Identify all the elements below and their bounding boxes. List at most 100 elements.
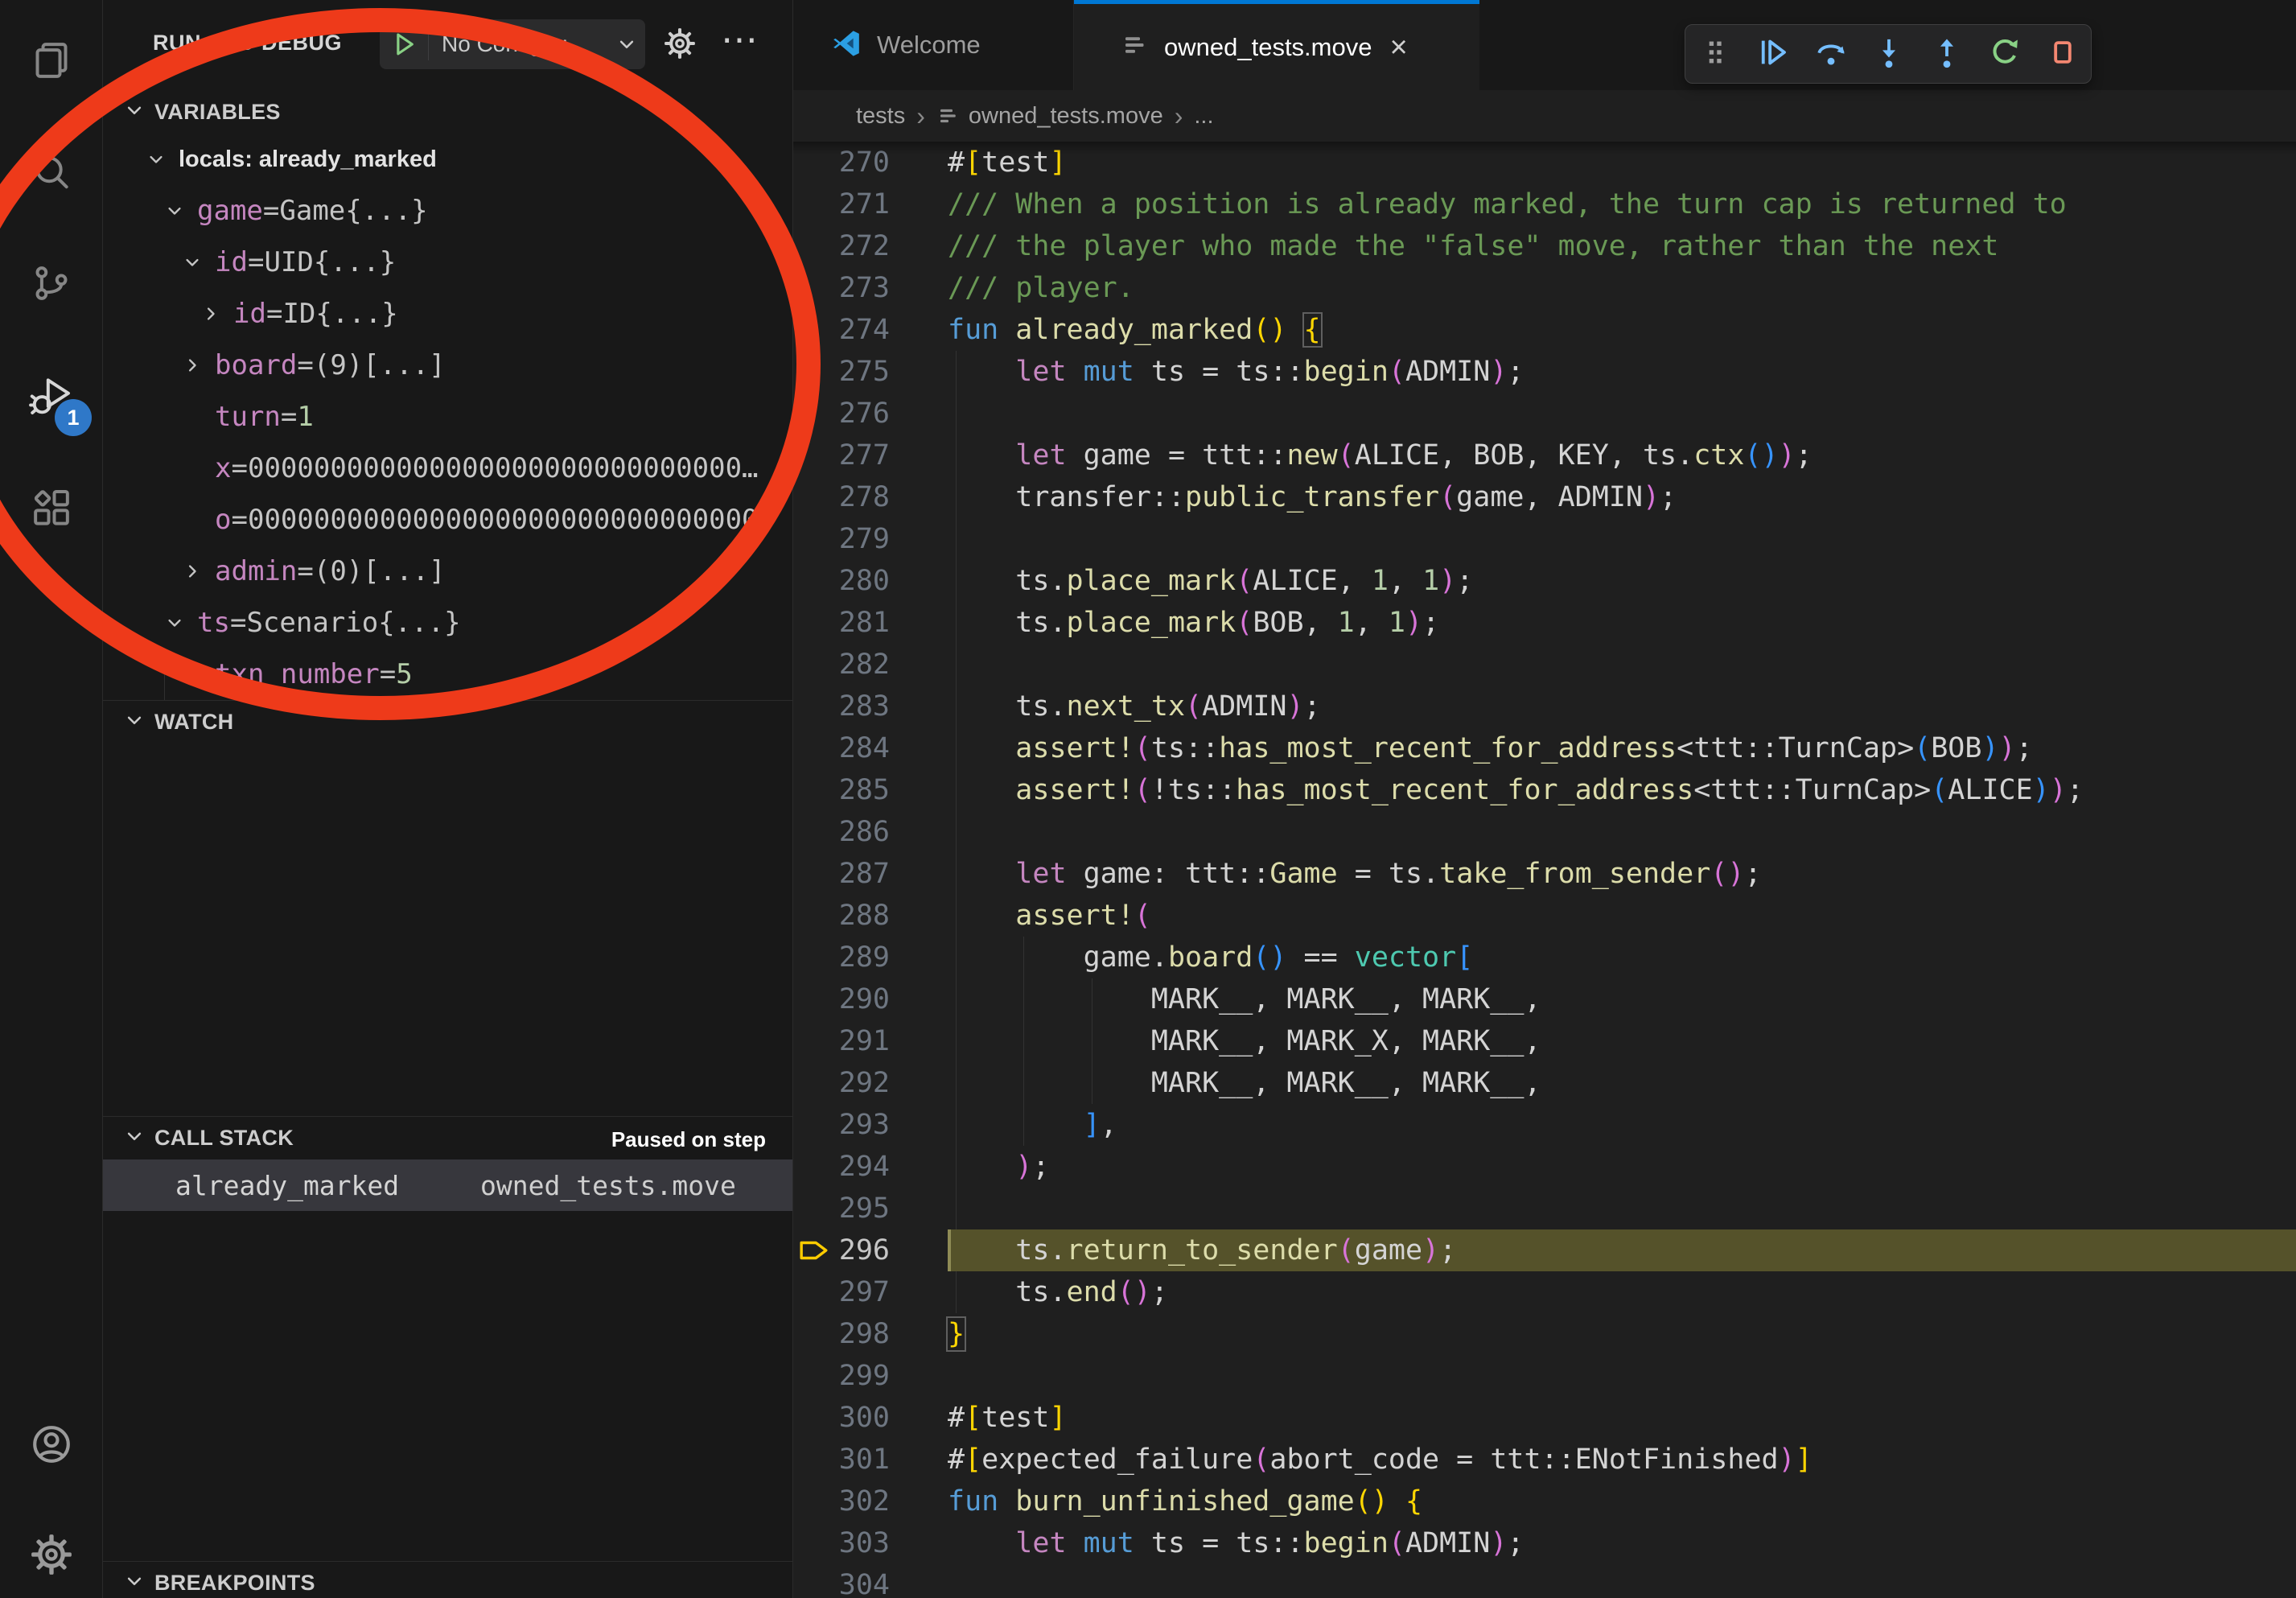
breakpoint-gutter[interactable]: [793, 1188, 835, 1229]
code-line-289[interactable]: 289 game.board() == vector[: [793, 937, 2296, 978]
code-text[interactable]: ],: [948, 1104, 2296, 1146]
code-line-287[interactable]: 287 let game: ttt::Game = ts.take_from_s…: [793, 853, 2296, 895]
watch-section-header[interactable]: WATCH: [103, 700, 792, 743]
code-text[interactable]: [948, 1355, 2296, 1397]
breakpoint-gutter[interactable]: [793, 937, 835, 978]
code-line-300[interactable]: 300#[test]: [793, 1397, 2296, 1439]
code-text[interactable]: [948, 644, 2296, 686]
variable-row-x[interactable]: x = 000000000000000000000000000000…: [103, 443, 792, 494]
code-line-278[interactable]: 278 transfer::public_transfer(game, ADMI…: [793, 476, 2296, 518]
code-text[interactable]: let game: ttt::Game = ts.take_from_sende…: [948, 853, 2296, 895]
chevron-right-icon[interactable]: [181, 560, 215, 583]
code-text[interactable]: fun already_marked() {: [948, 309, 2296, 351]
code-line-270[interactable]: 270#[test]: [793, 142, 2296, 183]
breakpoint-gutter[interactable]: [793, 142, 835, 183]
breakpoint-gutter[interactable]: [793, 978, 835, 1020]
chevron-right-icon[interactable]: [200, 303, 233, 325]
current-line-pointer-icon[interactable]: [793, 1229, 835, 1271]
breakpoint-gutter[interactable]: [793, 1439, 835, 1481]
variable-row-id[interactable]: id = UID{...}: [103, 237, 792, 288]
breakpoint-gutter[interactable]: [793, 1062, 835, 1104]
code-text[interactable]: let game = ttt::new(ALICE, BOB, KEY, ts.…: [948, 435, 2296, 476]
chevron-down-icon[interactable]: [163, 200, 197, 222]
code-text[interactable]: );: [948, 1146, 2296, 1188]
code-text[interactable]: #[test]: [948, 1397, 2296, 1439]
code-line-284[interactable]: 284 assert!(ts::has_most_recent_for_addr…: [793, 727, 2296, 769]
code-line-274[interactable]: 274fun already_marked() {: [793, 309, 2296, 351]
activity-bar-item-extensions[interactable]: [0, 481, 103, 539]
code-text[interactable]: [948, 518, 2296, 560]
code-text[interactable]: transfer::public_transfer(game, ADMIN);: [948, 476, 2296, 518]
code-text[interactable]: game.board() == vector[: [948, 937, 2296, 978]
chevron-down-icon[interactable]: [163, 612, 197, 634]
activity-bar-item-explorer[interactable]: [0, 33, 103, 91]
breakpoints-section-header[interactable]: BREAKPOINTS: [103, 1561, 792, 1598]
code-text[interactable]: #[test]: [948, 142, 2296, 183]
breakpoint-gutter[interactable]: [793, 1020, 835, 1062]
code-line-302[interactable]: 302fun burn_unfinished_game() {: [793, 1481, 2296, 1522]
activity-bar-item-settings[interactable]: [0, 1527, 103, 1585]
breakpoint-gutter[interactable]: [793, 1104, 835, 1146]
breakpoint-gutter[interactable]: [793, 686, 835, 727]
chevron-right-icon[interactable]: [181, 354, 215, 377]
breakpoint-gutter[interactable]: [793, 1522, 835, 1564]
code-line-276[interactable]: 276: [793, 393, 2296, 435]
breakpoint-gutter[interactable]: [793, 267, 835, 309]
breakpoint-gutter[interactable]: [793, 1271, 835, 1313]
code-text[interactable]: ts.end();: [948, 1271, 2296, 1313]
code-text[interactable]: [948, 1188, 2296, 1229]
code-text[interactable]: }: [948, 1313, 2296, 1355]
code-line-303[interactable]: 303 let mut ts = ts::begin(ADMIN);: [793, 1522, 2296, 1564]
step-over-button[interactable]: [1813, 35, 1850, 72]
breakpoint-gutter[interactable]: [793, 644, 835, 686]
restart-button[interactable]: [1986, 35, 2023, 72]
code-text[interactable]: [948, 811, 2296, 853]
variables-section-header[interactable]: VARIABLES: [103, 90, 792, 134]
code-text[interactable]: MARK__, MARK_X, MARK__,: [948, 1020, 2296, 1062]
code-text[interactable]: #[expected_failure(abort_code = ttt::ENo…: [948, 1439, 2296, 1481]
code-line-283[interactable]: 283 ts.next_tx(ADMIN);: [793, 686, 2296, 727]
breadcrumb-item-tests[interactable]: tests: [856, 103, 905, 130]
close-tab-icon[interactable]: ×: [1389, 32, 1407, 63]
code-text[interactable]: assert!(: [948, 895, 2296, 937]
code-line-288[interactable]: 288 assert!(: [793, 895, 2296, 937]
step-out-button[interactable]: [1928, 35, 1965, 72]
breakpoint-gutter[interactable]: [793, 727, 835, 769]
code-line-298[interactable]: 298}: [793, 1313, 2296, 1355]
activity-bar-item-account[interactable]: [0, 1417, 103, 1475]
code-line-301[interactable]: 301#[expected_failure(abort_code = ttt::…: [793, 1439, 2296, 1481]
breadcrumb-item-symbol[interactable]: ...: [1194, 103, 1213, 130]
variable-row-admin[interactable]: admin = (0)[...]: [103, 546, 792, 597]
code-text[interactable]: fun burn_unfinished_game() {: [948, 1481, 2296, 1522]
code-text[interactable]: /// When a position is already marked, t…: [948, 183, 2296, 225]
run-configuration-select[interactable]: No Configur:: [380, 19, 645, 69]
continue-button[interactable]: [1755, 35, 1792, 72]
code-line-271[interactable]: 271/// When a position is already marked…: [793, 183, 2296, 225]
breakpoint-gutter[interactable]: [793, 1146, 835, 1188]
code-line-294[interactable]: 294 );: [793, 1146, 2296, 1188]
code-line-279[interactable]: 279: [793, 518, 2296, 560]
code-line-281[interactable]: 281 ts.place_mark(BOB, 1, 1);: [793, 602, 2296, 644]
breakpoint-gutter[interactable]: [793, 602, 835, 644]
start-debugging-icon[interactable]: [380, 29, 428, 60]
code-text[interactable]: let mut ts = ts::begin(ADMIN);: [948, 1522, 2296, 1564]
breakpoint-gutter[interactable]: [793, 1313, 835, 1355]
breakpoint-gutter[interactable]: [793, 769, 835, 811]
breakpoint-gutter[interactable]: [793, 811, 835, 853]
code-line-277[interactable]: 277 let game = ttt::new(ALICE, BOB, KEY,…: [793, 435, 2296, 476]
drag-handle[interactable]: [1697, 35, 1734, 72]
variable-row-txn_number[interactable]: txn_number = 5: [103, 649, 792, 700]
variable-row-o[interactable]: o = 0000000000000000000000000000000.: [103, 494, 792, 546]
code-text[interactable]: ts.place_mark(ALICE, 1, 1);: [948, 560, 2296, 602]
code-text[interactable]: assert!(ts::has_most_recent_for_address<…: [948, 727, 2296, 769]
variables-scope-row[interactable]: locals: already_marked: [103, 134, 792, 185]
breakpoint-gutter[interactable]: [793, 1481, 835, 1522]
activity-bar-item-search[interactable]: [0, 146, 103, 204]
code-line-280[interactable]: 280 ts.place_mark(ALICE, 1, 1);: [793, 560, 2296, 602]
code-text[interactable]: /// the player who made the "false" move…: [948, 225, 2296, 267]
variable-row-board[interactable]: board = (9)[...]: [103, 340, 792, 391]
code-line-290[interactable]: 290 MARK__, MARK__, MARK__,: [793, 978, 2296, 1020]
breakpoint-gutter[interactable]: [793, 225, 835, 267]
code-line-291[interactable]: 291 MARK__, MARK_X, MARK__,: [793, 1020, 2296, 1062]
code-text[interactable]: ts.next_tx(ADMIN);: [948, 686, 2296, 727]
